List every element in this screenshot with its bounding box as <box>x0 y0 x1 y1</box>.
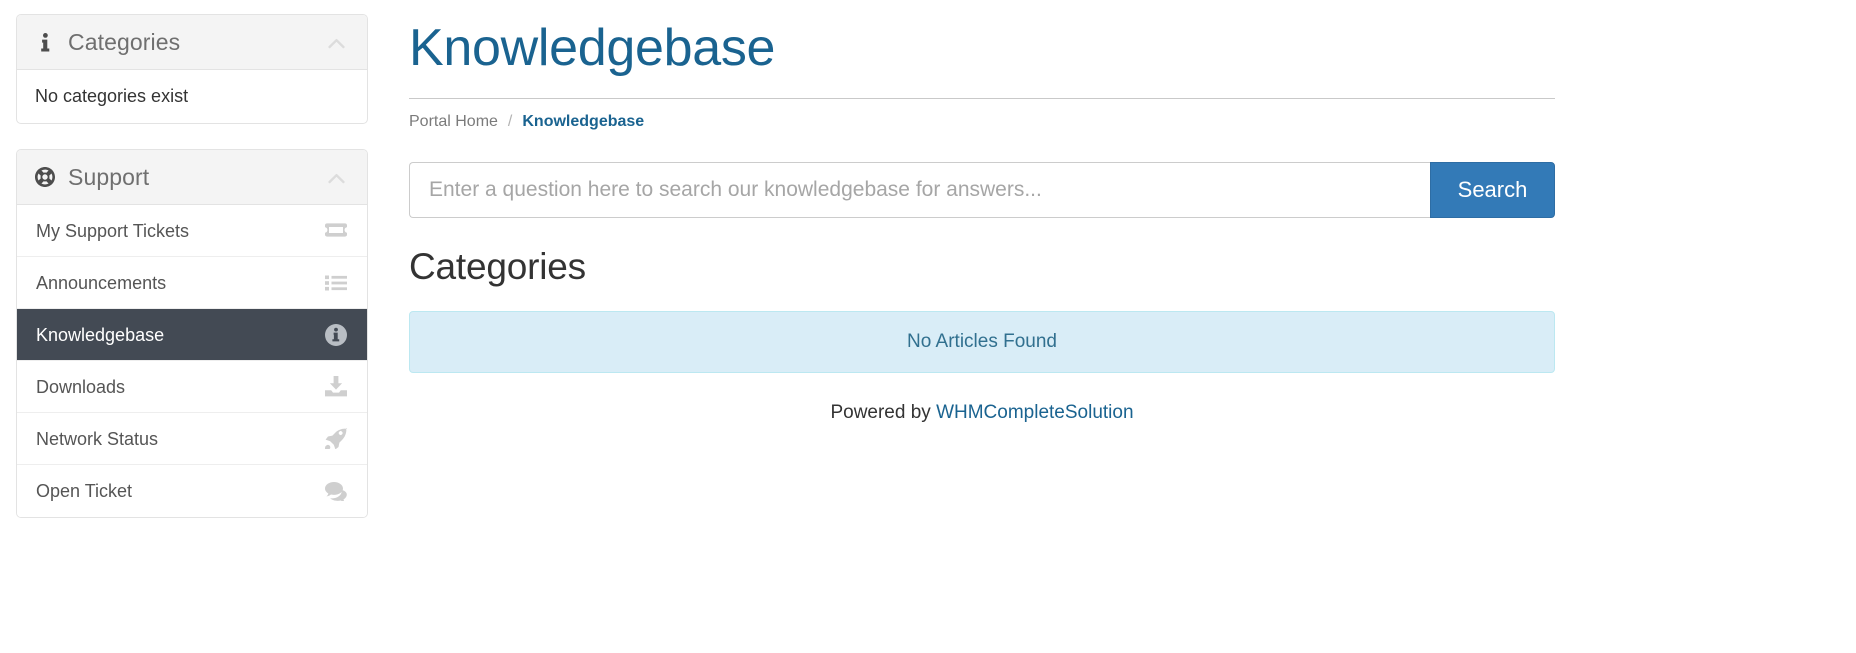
support-panel-label: Support <box>68 163 150 190</box>
whmcs-link[interactable]: WHMCompleteSolution <box>936 402 1133 423</box>
breadcrumb-knowledgebase[interactable]: Knowledgebase <box>522 113 644 131</box>
comments-icon <box>324 479 348 503</box>
no-articles-alert: No Articles Found <box>409 311 1555 373</box>
sidebar-item-label: My Support Tickets <box>36 220 190 241</box>
sidebar-item-downloads[interactable]: Downloads <box>17 361 367 413</box>
ticket-icon <box>324 219 348 243</box>
categories-panel-title: Categories <box>35 29 180 56</box>
support-panel-title: Support <box>35 164 149 191</box>
chevron-up-icon[interactable] <box>328 170 345 187</box>
sidebar-item-label: Network Status <box>36 428 159 449</box>
chevron-up-icon[interactable] <box>328 35 345 52</box>
download-inbox-icon <box>324 375 348 399</box>
sidebar-item-my-support-tickets[interactable]: My Support Tickets <box>17 205 367 257</box>
no-articles-text: No Articles Found <box>907 331 1057 352</box>
sidebar-item-label: Downloads <box>36 376 126 397</box>
main-content: Knowledgebase Portal Home / Knowledgebas… <box>409 0 1856 653</box>
rocket-icon <box>324 427 348 451</box>
footer-prefix: Powered by <box>830 402 937 423</box>
search-input[interactable] <box>409 162 1430 218</box>
page-title: Knowledgebase <box>409 19 776 77</box>
sidebar: Categories No categories exist Support M… <box>16 14 368 543</box>
support-panel-header[interactable]: Support <box>17 150 367 205</box>
knowledgebase-search-form: Search <box>409 162 1555 218</box>
categories-panel-label: Categories <box>68 28 181 55</box>
info-icon <box>35 32 55 52</box>
info-circle-icon <box>324 323 348 347</box>
sidebar-item-label: Open Ticket <box>36 481 133 501</box>
sidebar-item-label: Knowledgebase <box>36 324 165 345</box>
sidebar-item-announcements[interactable]: Announcements <box>17 257 367 309</box>
footer: Powered by WHMCompleteSolution <box>409 402 1555 424</box>
support-panel: Support My Support Tickets Announcements… <box>16 149 368 518</box>
list-icon <box>324 271 348 295</box>
section-title-categories: Categories <box>409 246 586 287</box>
sidebar-item-label: Announcements <box>36 272 167 293</box>
breadcrumb: Portal Home / Knowledgebase <box>409 113 1856 131</box>
sidebar-item-knowledgebase[interactable]: Knowledgebase <box>17 309 367 361</box>
categories-panel: Categories No categories exist <box>16 14 368 124</box>
sidebar-item-network-status[interactable]: Network Status <box>17 413 367 465</box>
lifebuoy-icon <box>35 167 55 187</box>
categories-panel-header[interactable]: Categories <box>17 15 367 70</box>
knowledgebase-page: Categories No categories exist Support M… <box>0 0 1856 653</box>
breadcrumb-portal-home[interactable]: Portal Home <box>409 113 498 131</box>
search-button[interactable]: Search <box>1430 162 1555 218</box>
title-divider <box>409 98 1555 99</box>
sidebar-item-open-ticket[interactable]: Open Ticket <box>17 465 367 517</box>
breadcrumb-separator: / <box>507 113 513 130</box>
support-nav-list: My Support Tickets Announcements Knowled… <box>17 205 367 517</box>
categories-empty-text: No categories exist <box>35 86 189 106</box>
